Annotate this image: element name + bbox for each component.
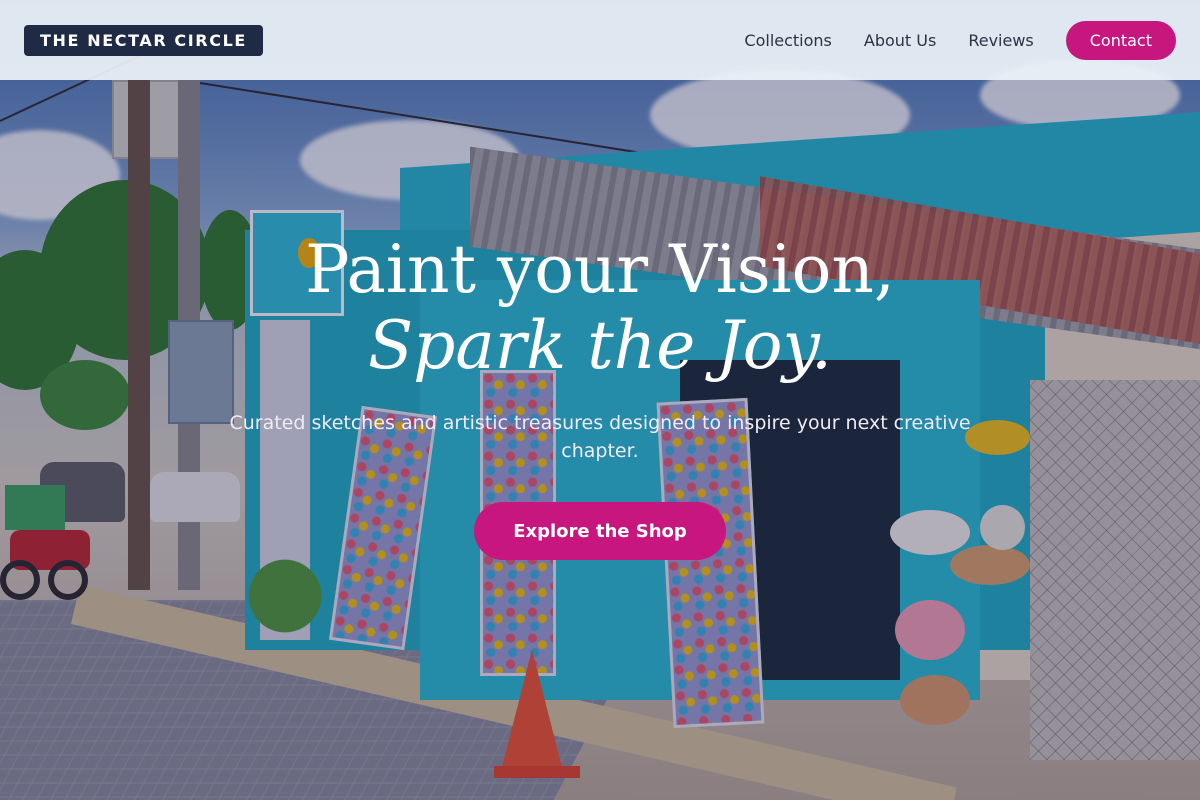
nav-link-reviews[interactable]: Reviews bbox=[968, 31, 1033, 50]
hero-headline: Paint your Vision, Spark the Joy. bbox=[0, 232, 1200, 384]
site-logo[interactable]: THE NECTAR CIRCLE bbox=[24, 24, 263, 56]
nav-link-collections[interactable]: Collections bbox=[744, 31, 831, 50]
hero-section: Paint your Vision, Spark the Joy. Curate… bbox=[0, 232, 1200, 465]
hero-headline-line2: Spark the Joy. bbox=[367, 307, 833, 384]
main-nav: Collections About Us Reviews Contact bbox=[712, 20, 1176, 60]
site-header: THE NECTAR CIRCLE Collections About Us R… bbox=[0, 0, 1200, 80]
explore-shop-button[interactable]: Explore the Shop bbox=[474, 502, 726, 560]
hero-subtitle: Curated sketches and artistic treasures … bbox=[229, 412, 971, 462]
hero-headline-line1: Paint your Vision, bbox=[305, 231, 895, 308]
nav-link-about-us[interactable]: About Us bbox=[864, 31, 936, 50]
contact-button[interactable]: Contact bbox=[1065, 20, 1176, 60]
